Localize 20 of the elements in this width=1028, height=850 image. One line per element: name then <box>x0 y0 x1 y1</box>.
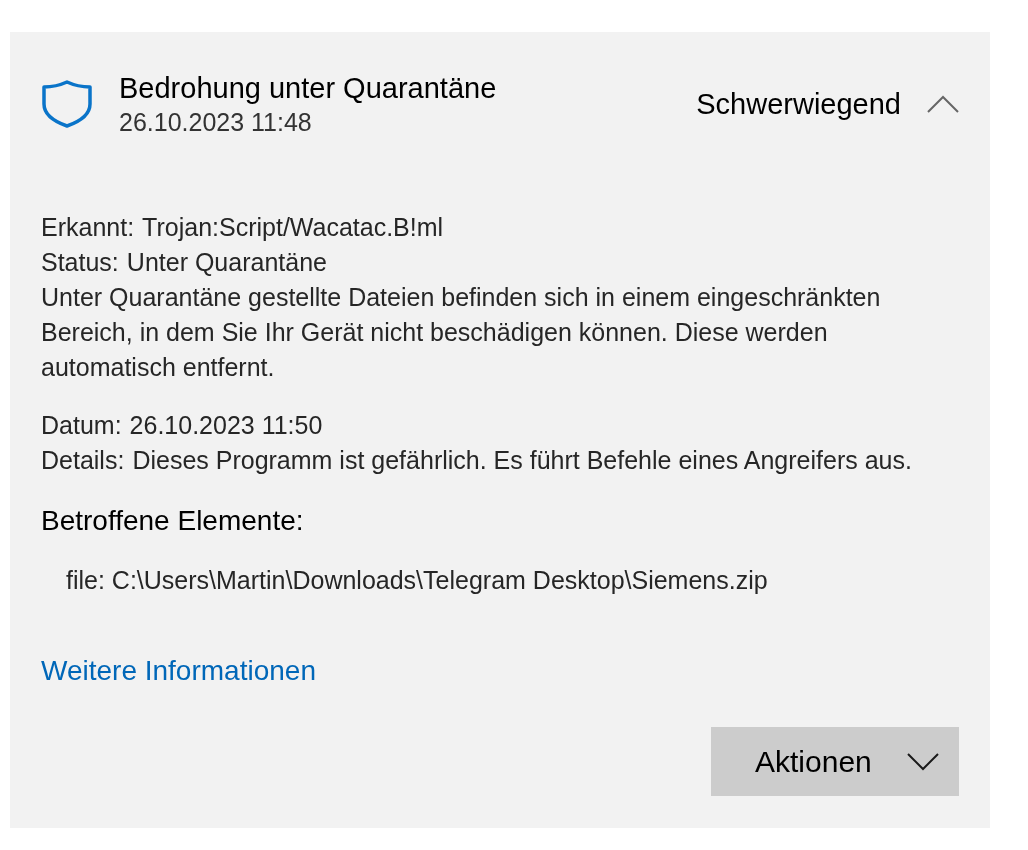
field-label: Erkannt: <box>41 212 135 243</box>
chevron-up-icon <box>927 95 959 113</box>
threat-timestamp: 26.10.2023 11:48 <box>119 107 313 138</box>
field-value: Trojan:Script/Wacatac.B!ml <box>142 212 444 243</box>
field-value: Unter Quarantäne <box>126 247 327 278</box>
chevron-down-icon <box>907 752 939 771</box>
shield-icon <box>41 80 93 128</box>
description-text: Unter Quarantäne gestellte Dateien befinden sich in einem eingeschränkten Bereich, in dem Sie Ihr Gerät nicht beschädigen können. Diese werden automatisch entfernt. <box>41 282 882 383</box>
more-info-link[interactable]: Weitere Informationen <box>41 653 316 689</box>
actions-dropdown-button[interactable]: Aktionen <box>711 727 959 796</box>
collapse-toggle-button[interactable] <box>927 94 959 114</box>
field-label: Datum: <box>41 410 122 441</box>
field-label: Status: <box>41 247 119 278</box>
severity-label: Schwerwiegend <box>696 87 901 122</box>
threat-title: Bedrohung unter Quarantäne <box>119 71 497 106</box>
field-value: Dieses Programm ist gefährlich. Es führt Befehle eines Angreifers aus. <box>132 445 912 476</box>
affected-file-path: file: C:\Users\Martin\Downloads\Telegram Desktop\Siemens.zip <box>66 565 769 596</box>
affected-heading: Betroffene Elemente: <box>41 504 305 538</box>
field-value: 26.10.2023 11:50 <box>129 410 323 441</box>
field-label: Details: <box>41 445 125 476</box>
